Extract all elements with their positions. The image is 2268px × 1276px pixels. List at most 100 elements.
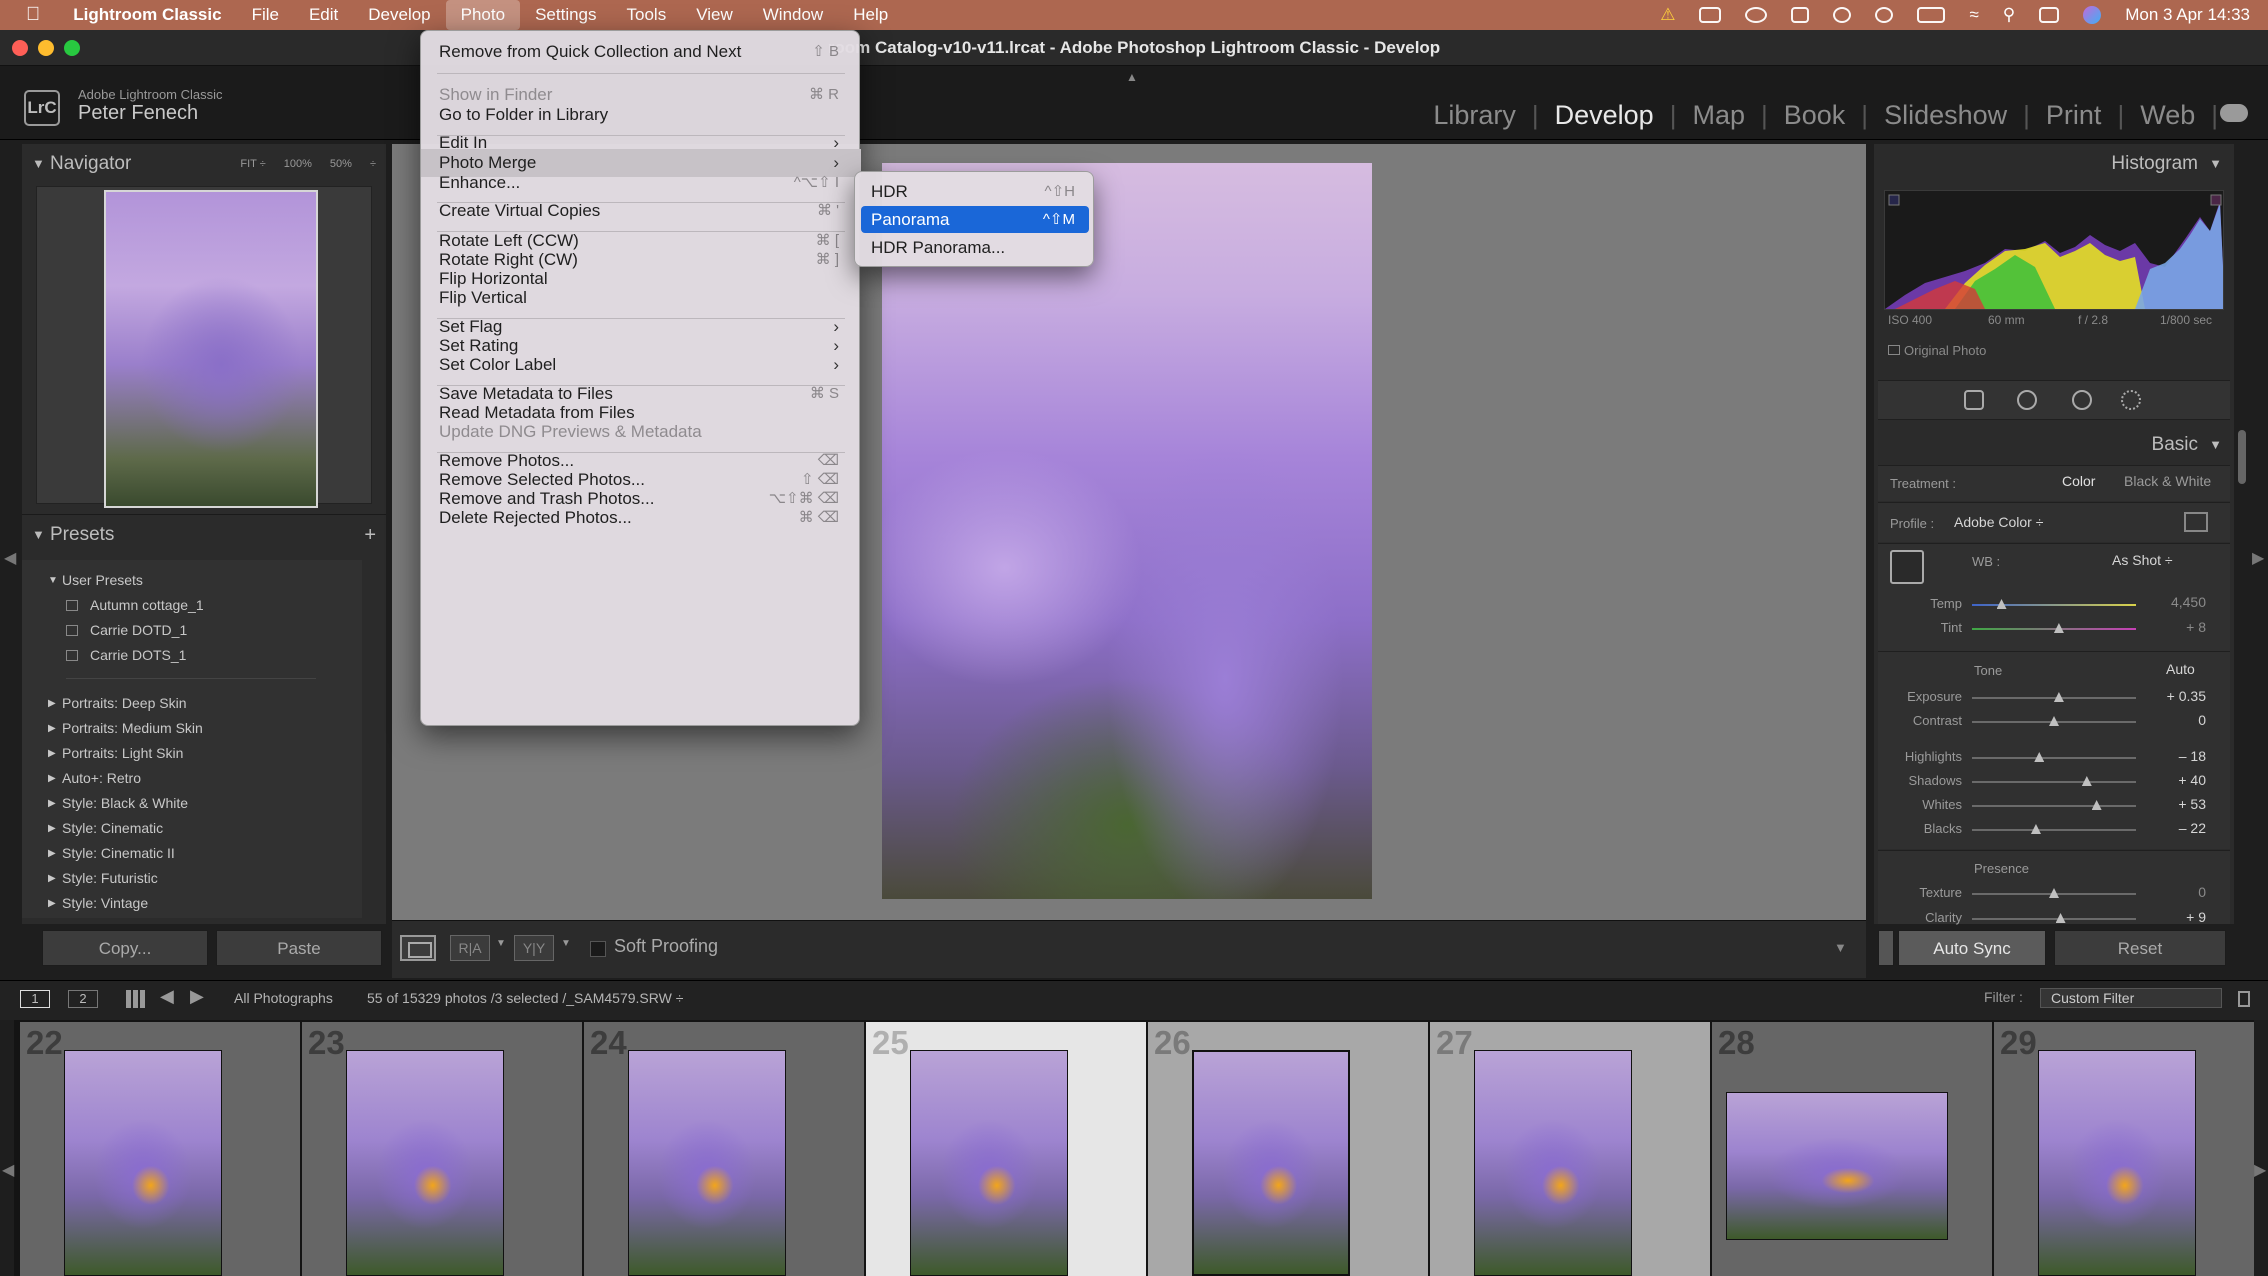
preset-group[interactable]: ▶Style: Cinematic II (22, 841, 362, 866)
filmstrip-cell[interactable]: 22 (20, 1022, 300, 1276)
tone-slider-value[interactable]: – 22 (2146, 820, 2206, 836)
wifi-icon[interactable]: ≈ (1969, 5, 1978, 25)
clarity-value[interactable]: + 9 (2146, 909, 2206, 925)
module-print[interactable]: Print (2030, 100, 2118, 131)
preset-group[interactable]: ▶Portraits: Medium Skin (22, 716, 362, 741)
collapse-triangle-icon[interactable]: ▼ (2209, 144, 2222, 184)
submenu-item-hdr[interactable]: HDR^⇧H (861, 178, 1089, 205)
original-photo-toggle[interactable]: Original Photo (1888, 343, 1986, 358)
grid-view-icon[interactable] (126, 990, 146, 1008)
clock-datetime[interactable]: Mon 3 Apr 14:33 (2125, 5, 2250, 25)
tone-slider[interactable] (1972, 757, 2136, 759)
preset-group[interactable]: ▶Style: Futuristic (22, 866, 362, 891)
filmstrip-cell[interactable]: 29 (1994, 1022, 2254, 1276)
zoom-more[interactable]: ÷ (370, 144, 376, 184)
expand-triangle-icon[interactable]: ▶ (48, 741, 56, 766)
filmstrip-cell[interactable]: 24 (584, 1022, 864, 1276)
menu-file[interactable]: File (237, 0, 294, 30)
paste-button[interactable]: Paste (216, 930, 382, 966)
red-eye-icon[interactable] (2072, 390, 2092, 410)
filmstrip-thumbnail[interactable] (1474, 1050, 1632, 1276)
left-panel-toggle-icon[interactable]: ◀ (4, 548, 16, 568)
filmstrip-count[interactable]: 55 of 15329 photos /3 selected /_SAM4579… (367, 990, 683, 1006)
filmstrip-source[interactable]: All Photographs (234, 990, 333, 1006)
before-after-tb-button[interactable]: Y|Y (514, 935, 554, 961)
module-book[interactable]: Book (1768, 100, 1862, 131)
before-after-lr-button[interactable]: R|A (450, 935, 490, 961)
profile-select[interactable]: Adobe Color ÷ (1954, 514, 2043, 530)
tone-slider[interactable] (1972, 781, 2136, 783)
module-develop[interactable]: Develop (1539, 100, 1670, 131)
chevron-down-icon[interactable]: ▼ (561, 938, 571, 949)
preset-group[interactable]: ▶Style: Vintage (22, 891, 362, 916)
play-icon[interactable] (1875, 7, 1893, 23)
expand-triangle-icon[interactable]: ▶ (48, 816, 56, 841)
module-map[interactable]: Map (1676, 100, 1761, 131)
control-center-icon[interactable] (2039, 7, 2059, 23)
temp-slider[interactable] (1972, 604, 2136, 606)
tone-slider[interactable] (1972, 721, 2136, 723)
warning-icon[interactable]: ⚠ (1660, 5, 1675, 25)
menu-item-delete-rejected[interactable]: Delete Rejected Photos...⌘ ⌫ (421, 504, 861, 532)
filmstrip-thumbnail[interactable] (1726, 1092, 1948, 1240)
masking-icon[interactable] (2121, 390, 2141, 410)
menu-item-enhance[interactable]: Enhance...^⌥⇧ I (421, 169, 861, 197)
cloud-icon[interactable] (2220, 104, 2248, 122)
filmstrip-right-icon[interactable]: ▶ (2254, 1160, 2266, 1180)
zoom-100[interactable]: 100% (284, 144, 312, 184)
collapse-triangle-icon[interactable]: ▼ (2209, 425, 2222, 465)
filmstrip-cell-active[interactable]: 25 (866, 1022, 1146, 1276)
module-web[interactable]: Web (2124, 100, 2211, 131)
menu-view[interactable]: View (681, 0, 748, 30)
tone-slider[interactable] (1972, 805, 2136, 807)
tone-slider-value[interactable]: + 53 (2146, 796, 2206, 812)
clarity-slider[interactable] (1972, 918, 2136, 920)
treatment-color[interactable]: Color (2062, 473, 2095, 489)
preset-group[interactable]: ▶Portraits: Deep Skin (22, 691, 362, 716)
main-photo[interactable] (882, 163, 1372, 899)
crop-icon[interactable] (1964, 390, 1984, 410)
filmstrip-cell[interactable]: 28 (1712, 1022, 1992, 1276)
creative-cloud-icon[interactable] (1745, 7, 1767, 23)
preset-item[interactable]: Autumn cottage_1 (22, 593, 362, 618)
globe-icon[interactable] (1833, 7, 1851, 23)
filmstrip-thumbnail[interactable] (64, 1050, 222, 1276)
preset-group[interactable]: ▶Style: Cinematic (22, 816, 362, 841)
display-icon[interactable] (1699, 7, 1721, 23)
menu-help[interactable]: Help (838, 0, 903, 30)
module-library[interactable]: Library (1417, 100, 1532, 131)
collapse-triangle-icon[interactable]: ▼ (32, 144, 45, 184)
menu-item-go-to-folder[interactable]: Go to Folder in Library (421, 101, 861, 129)
navigator-header[interactable]: ▼ Navigator FIT ÷ 100% 50% ÷ (22, 144, 386, 184)
tone-slider[interactable] (1972, 697, 2136, 699)
menu-item-set-color-label[interactable]: Set Color Label› (421, 351, 861, 379)
submenu-item-hdr-panorama[interactable]: HDR Panorama... (861, 234, 1089, 261)
window-2-button[interactable]: 2 (68, 990, 98, 1008)
filmstrip-cell-selected[interactable]: 26 (1148, 1022, 1428, 1276)
tone-slider-value[interactable]: – 18 (2146, 748, 2206, 764)
copy-button[interactable]: Copy... (42, 930, 208, 966)
tint-slider[interactable] (1972, 628, 2136, 630)
expand-triangle-icon[interactable]: ▶ (48, 791, 56, 816)
loupe-view-button[interactable] (400, 935, 436, 961)
tone-slider-value[interactable]: + 0.35 (2146, 688, 2206, 704)
preset-group[interactable]: ▶Portraits: Light Skin (22, 741, 362, 766)
profile-browser-icon[interactable] (2184, 512, 2208, 532)
five-icon[interactable] (1791, 7, 1809, 23)
preset-item[interactable]: Carrie DOTD_1 (22, 618, 362, 643)
right-panel-toggle-icon[interactable]: ▶ (2252, 548, 2264, 568)
preset-group-user[interactable]: ▼ User Presets (22, 568, 362, 593)
filmstrip-cell[interactable]: 23 (302, 1022, 582, 1276)
siri-icon[interactable] (2083, 6, 2101, 24)
preset-group[interactable]: ▶Style: Black & White (22, 791, 362, 816)
menu-item-flip-vertical[interactable]: Flip Vertical (421, 284, 861, 312)
menu-item-remove-quick-collection[interactable]: Remove from Quick Collection and Next⇧ B (421, 38, 861, 66)
expand-triangle-icon[interactable]: ▶ (48, 716, 56, 741)
add-preset-icon[interactable]: + (364, 515, 376, 555)
checkbox-icon[interactable] (1888, 345, 1900, 355)
forward-arrow-icon[interactable]: ▶ (190, 986, 204, 1007)
window-1-button[interactable]: 1 (20, 990, 50, 1008)
expand-triangle-icon[interactable]: ▶ (48, 766, 56, 791)
treatment-bw[interactable]: Black & White (2124, 473, 2211, 489)
basic-header[interactable]: Basic▼ (1874, 425, 2234, 465)
